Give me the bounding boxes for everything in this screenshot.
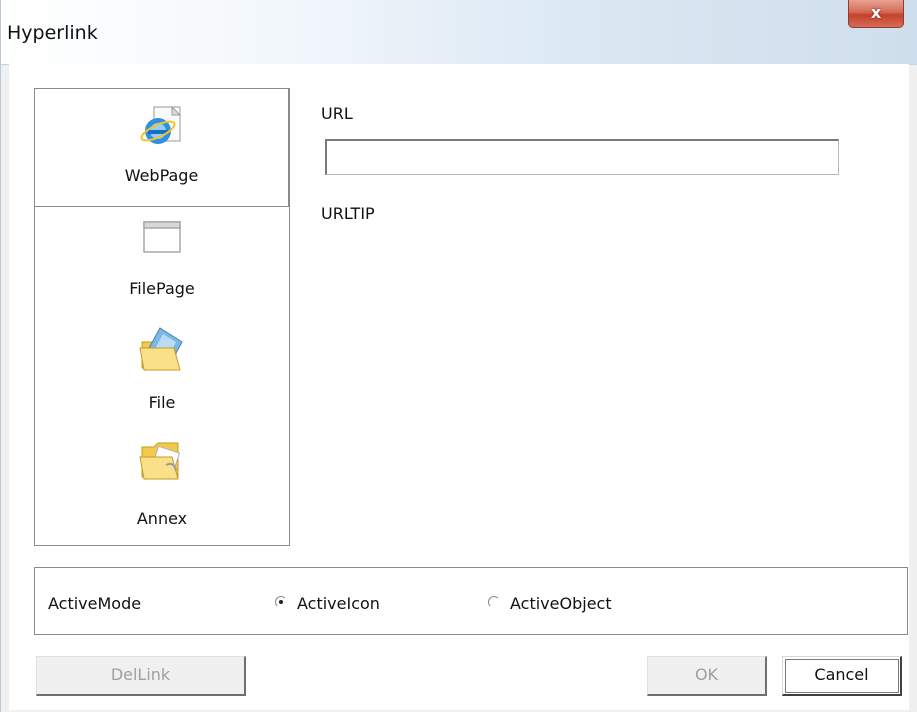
active-icon-radio[interactable]	[275, 596, 287, 608]
active-object-option[interactable]: ActiveObject	[488, 590, 668, 616]
active-icon-label: ActiveIcon	[297, 594, 380, 613]
close-button[interactable]: x	[848, 0, 904, 28]
hyperlink-dialog: Hyperlink x WebPage FilePage File Annex …	[0, 0, 917, 712]
window-title: Hyperlink	[7, 22, 98, 44]
active-mode-label: ActiveMode	[48, 594, 142, 613]
nav-item-label: Annex	[136, 509, 188, 528]
nav-item-label: FilePage	[129, 279, 195, 298]
window-page-icon	[140, 218, 184, 262]
nav-item-filepage[interactable]: FilePage	[35, 207, 289, 319]
radio-selected-dot	[279, 600, 283, 604]
cancel-button[interactable]: Cancel	[782, 656, 902, 696]
dellink-button[interactable]: DelLink	[36, 656, 246, 696]
nav-item-webpage[interactable]: WebPage	[35, 89, 289, 207]
active-object-label: ActiveObject	[510, 594, 612, 613]
active-mode-group: ActiveMode ActiveIcon ActiveObject	[34, 567, 908, 635]
folder-file-icon	[136, 324, 188, 380]
nav-item-annex[interactable]: Annex	[35, 431, 289, 545]
active-icon-option[interactable]: ActiveIcon	[275, 590, 435, 616]
url-label: URL	[321, 104, 353, 123]
link-type-panel: WebPage FilePage File Annex	[34, 88, 290, 546]
ie-webpage-icon	[138, 103, 186, 155]
close-icon: x	[870, 3, 882, 22]
nav-item-label: WebPage	[124, 166, 199, 185]
nav-item-label: File	[148, 393, 176, 412]
url-input[interactable]	[325, 139, 839, 175]
folder-annex-icon	[136, 435, 188, 491]
active-object-radio[interactable]	[488, 596, 500, 608]
urltip-label: URLTIP	[321, 204, 375, 223]
nav-item-file[interactable]: File	[35, 319, 289, 431]
cancel-label: Cancel	[814, 665, 869, 684]
title-bar[interactable]: Hyperlink x	[1, 0, 917, 65]
ok-button[interactable]: OK	[647, 656, 767, 696]
